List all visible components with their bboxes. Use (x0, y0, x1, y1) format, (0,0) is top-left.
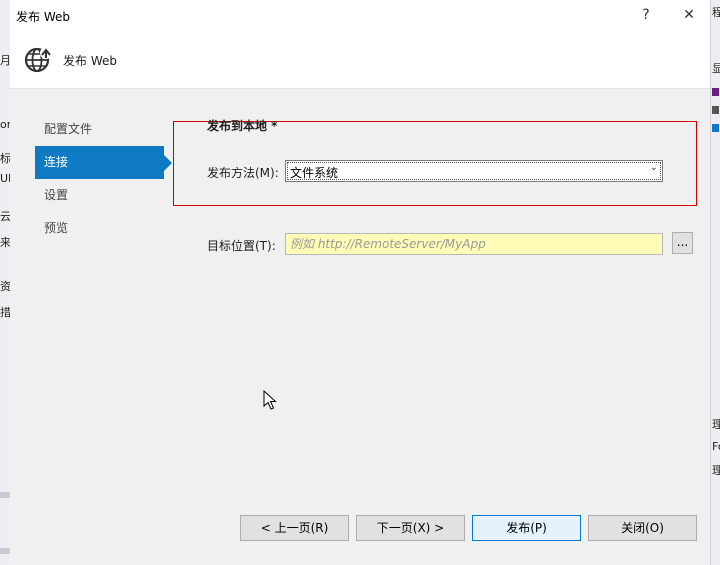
globe-publish-icon (24, 47, 52, 73)
publish-method-select[interactable]: 文件系统 ⌄ (285, 160, 663, 182)
nav-item-connection[interactable]: 连接 (35, 146, 172, 179)
window-title: 发布 Web (16, 10, 70, 24)
wizard-nav: 配置文件 连接 设置 预览 (35, 113, 175, 245)
dialog-header: 发布 Web (10, 31, 710, 89)
bg-fragment: 理 (712, 416, 720, 432)
publish-button[interactable]: 发布(P) (472, 515, 581, 541)
help-button[interactable]: ? (631, 4, 661, 26)
close-button[interactable]: 关闭(O) (588, 515, 697, 541)
bg-icon (712, 124, 719, 132)
bg-icon (712, 88, 719, 96)
close-window-button[interactable]: ✕ (674, 4, 704, 26)
bg-scrollbar (0, 548, 10, 554)
nav-item-label: 设置 (44, 188, 69, 202)
background-app-right: 程 显 理 Fo 理 (710, 0, 720, 565)
bg-fragment: Fo (712, 440, 720, 453)
active-pointer-icon (164, 155, 172, 171)
publish-web-dialog: 发布 Web ? ✕ 发布 Web 配置文件 连接 设置 预览 发布到本地 * … (10, 0, 710, 565)
bg-fragment: 程 (712, 4, 720, 20)
publish-method-label: 发布方法(M): (207, 166, 279, 180)
nav-item-profile[interactable]: 配置文件 (35, 113, 175, 146)
nav-item-preview[interactable]: 预览 (35, 212, 175, 245)
browse-button[interactable]: ... (672, 232, 693, 254)
bg-icon (712, 106, 719, 114)
nav-item-label: 预览 (44, 221, 69, 235)
publish-method-value: 文件系统 (290, 166, 339, 180)
bg-fragment: 显 (712, 60, 720, 76)
target-location-input[interactable] (285, 233, 663, 255)
chevron-down-icon: ⌄ (649, 162, 658, 173)
mouse-cursor-icon (263, 390, 277, 410)
next-button[interactable]: 下一页(X) > (356, 515, 465, 541)
focus-ring (287, 162, 661, 180)
target-location-label: 目标位置(T): (207, 239, 276, 253)
bg-scrollbar (0, 492, 10, 498)
title-bar: 发布 Web ? ✕ (10, 0, 710, 31)
nav-item-label: 配置文件 (44, 122, 93, 136)
header-title: 发布 Web (63, 54, 117, 68)
section-title: 发布到本地 * (207, 119, 278, 133)
bg-fragment: 理 (712, 462, 720, 478)
previous-button[interactable]: < 上一页(R) (240, 515, 349, 541)
nav-item-settings[interactable]: 设置 (35, 179, 175, 212)
nav-item-label: 连接 (44, 155, 69, 169)
